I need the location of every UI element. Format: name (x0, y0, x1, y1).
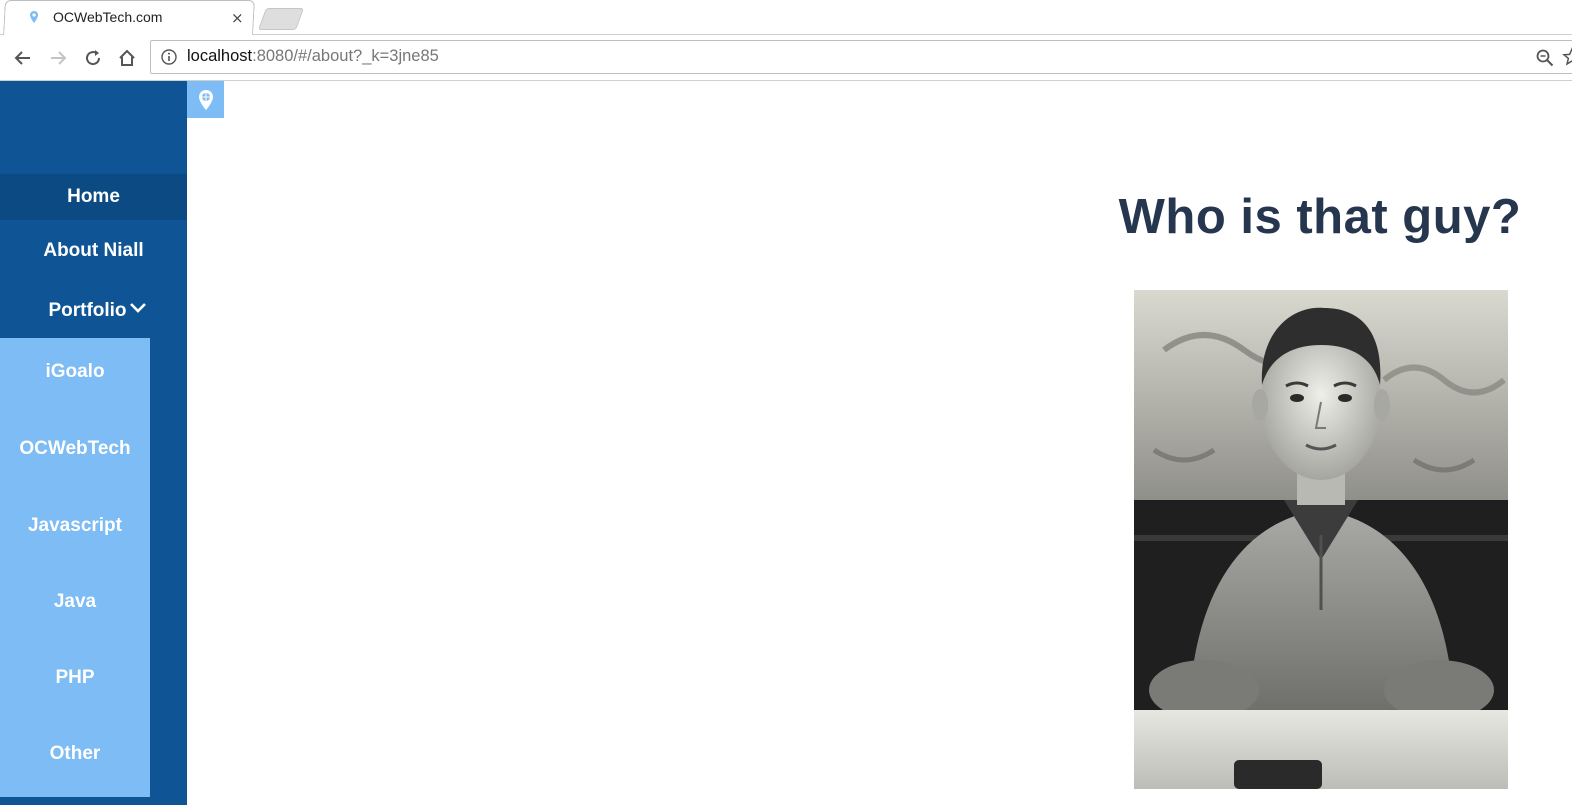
back-arrow-icon[interactable] (12, 47, 34, 69)
submenu-item-ocwebtech[interactable]: OCWebTech (0, 429, 150, 469)
location-pin-icon[interactable] (187, 81, 224, 118)
nav-home[interactable]: Home (0, 174, 187, 220)
url-host: localhost (187, 47, 253, 65)
tab-title: OCWebTech.com (53, 9, 163, 25)
browser-toolbar: localhost:8080/#/about?_k=3jne85 (0, 35, 1572, 81)
url-path: :8080/#/about?_k=3jne85 (252, 47, 439, 65)
new-tab-button[interactable] (257, 8, 305, 30)
home-icon[interactable] (116, 47, 138, 69)
submenu-item-other[interactable]: Other (0, 734, 150, 774)
location-pin-icon (27, 10, 41, 24)
page-content: Home About Niall Portfolio iGoalo OCWebT… (0, 81, 1572, 805)
tab-content: OCWebTech.com (27, 9, 162, 25)
address-bar[interactable]: localhost:8080/#/about?_k=3jne85 (150, 40, 1572, 74)
url-text: localhost:8080/#/about?_k=3jne85 (187, 47, 439, 66)
browser-tab[interactable]: OCWebTech.com × (3, 0, 255, 35)
nav-about[interactable]: About Niall (0, 231, 187, 271)
submenu-item-java[interactable]: Java (0, 582, 150, 622)
submenu-item-javascript[interactable]: Javascript (0, 506, 150, 546)
zoom-icon[interactable] (1536, 49, 1554, 67)
info-icon[interactable] (161, 49, 177, 65)
tab-close-icon[interactable]: × (231, 9, 244, 27)
chevron-down-icon (129, 289, 147, 329)
nav-portfolio-label: Portfolio (48, 300, 127, 322)
reload-icon[interactable] (82, 47, 104, 69)
submenu-item-igoalo[interactable]: iGoalo (0, 352, 150, 392)
portfolio-submenu: iGoalo OCWebTech Javascript Java PHP Oth… (0, 338, 150, 797)
profile-photo (1134, 290, 1508, 789)
page-heading: Who is that guy? (1118, 190, 1522, 244)
sidebar: Home About Niall Portfolio iGoalo OCWebT… (0, 81, 187, 805)
submenu-item-php[interactable]: PHP (0, 658, 150, 698)
forward-arrow-icon[interactable] (47, 47, 69, 69)
browser-tabstrip: OCWebTech.com × (0, 0, 1572, 35)
bookmark-star-icon[interactable] (1562, 47, 1572, 67)
nav-portfolio[interactable]: Portfolio (0, 291, 187, 331)
